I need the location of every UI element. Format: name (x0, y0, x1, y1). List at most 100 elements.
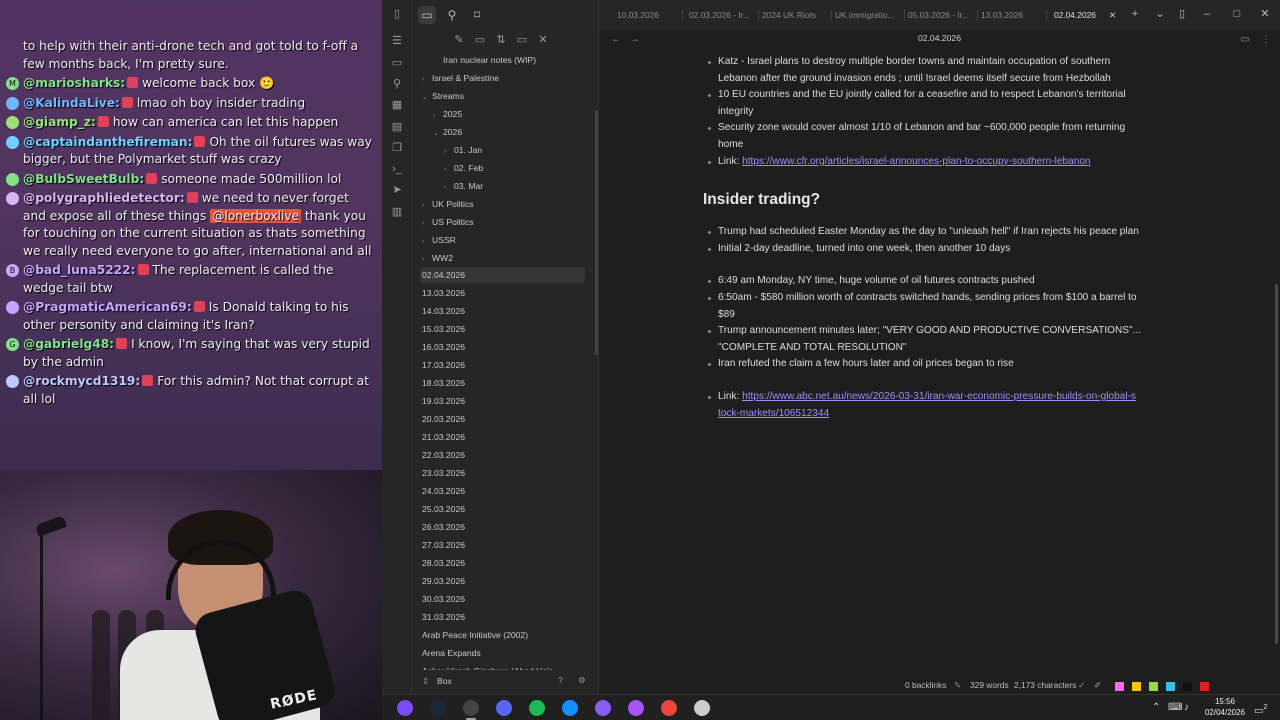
chat-username[interactable]: @BulbSweetBulb: (23, 172, 144, 186)
help-icon[interactable]: ? (558, 675, 563, 685)
file-item[interactable]: Asher Hirsch Ginsberg (Ahad Ha'a... (422, 663, 561, 670)
explorer-taskbar-icon[interactable] (694, 700, 710, 716)
chat-username[interactable]: @rockmycd1319: (23, 374, 140, 388)
chat-username[interactable]: @polygraphliedetector: (23, 191, 185, 205)
reading-view-icon[interactable]: ▭ (1238, 33, 1252, 47)
external-link[interactable]: https://www.cfr.org/articles/israel-anno… (742, 156, 1090, 167)
chrome-taskbar-icon[interactable] (661, 700, 677, 716)
steam-taskbar-icon[interactable] (430, 700, 446, 716)
bullet-item[interactable]: 6:50am - $580 million worth of contracts… (703, 290, 1173, 323)
file-item[interactable]: 24.03.2026 (422, 483, 465, 499)
highlight-color-swatch[interactable] (1166, 682, 1175, 691)
folder-item[interactable]: › 03. Mar (444, 178, 483, 194)
bullet-item[interactable]: Security zone would cover almost 1/10 of… (703, 120, 1173, 153)
chat-username[interactable]: @KalindaLive: (23, 96, 120, 110)
copy-icon[interactable]: ❐ (390, 141, 404, 155)
file-item[interactable]: 21.03.2026 (422, 429, 465, 445)
file-item[interactable]: 26.03.2026 (422, 519, 465, 535)
send-icon[interactable]: ➤ (390, 183, 404, 197)
bullet-item[interactable]: Trump announcement minutes later; "VERY … (703, 323, 1173, 356)
chat-username[interactable]: @bad_luna5222: (23, 263, 136, 277)
close-icon[interactable]: ✕ (536, 33, 550, 47)
highlight-color-swatch[interactable] (1200, 682, 1209, 691)
obsidian-alt-taskbar-icon[interactable] (595, 700, 611, 716)
search-icon[interactable]: ⚲ (443, 6, 461, 24)
file-item[interactable]: 30.03.2026 (422, 591, 465, 607)
file-item[interactable]: 20.03.2026 (422, 411, 465, 427)
file-item[interactable]: Arab Peace Initiative (2002) (422, 627, 528, 643)
external-link-continuation[interactable]: tock-markets/106512344 (718, 406, 1173, 423)
spotify-taskbar-icon[interactable] (529, 700, 545, 716)
file-item[interactable]: 16.03.2026 (422, 339, 465, 355)
graph-icon[interactable]: ⚲ (390, 77, 404, 91)
file-item[interactable]: 02.04.2026 (420, 267, 585, 283)
messenger-taskbar-icon[interactable] (628, 700, 644, 716)
tab-close-icon[interactable]: ✕ (1109, 6, 1116, 24)
folder-item[interactable]: ⌄ 2026 (433, 124, 462, 140)
chat-username[interactable]: @gabrielg48: (23, 337, 114, 351)
folder-item[interactable]: › USSR (422, 232, 456, 248)
bullet-item[interactable]: Iran refuted the claim a few hours later… (703, 356, 1173, 373)
tab-list-chevron-icon[interactable]: ⌄ (1153, 6, 1167, 22)
section-heading[interactable]: Insider trading? (703, 188, 1173, 212)
file-item[interactable]: 22.03.2026 (422, 447, 465, 463)
maximize-icon[interactable]: □ (1230, 6, 1244, 22)
tray-chevron-up-icon[interactable]: ⌃ (1152, 701, 1160, 715)
tab[interactable]: 10.03.2026 (617, 6, 677, 24)
folder-item[interactable]: › UK Politics (422, 196, 474, 212)
network-icon[interactable]: ⌨ (1168, 701, 1182, 715)
folder-item[interactable]: › WW2 (422, 250, 453, 266)
notification-icon[interactable]: ▭2 (1254, 701, 1267, 718)
discord-taskbar-icon[interactable] (496, 700, 512, 716)
folder-item[interactable]: ⌄ Streams (422, 88, 464, 104)
highlight-color-swatch[interactable] (1115, 682, 1124, 691)
table-icon[interactable]: ▥ (390, 205, 404, 219)
note-content[interactable]: Katz - Israel plans to destroy multiple … (703, 54, 1173, 422)
highlight-color-swatch[interactable] (1183, 682, 1192, 691)
canvas-icon[interactable]: ▦ (390, 98, 404, 112)
sidebar-scrollbar[interactable] (595, 110, 598, 355)
folder-item[interactable]: › US Politics (422, 214, 474, 230)
folder-icon[interactable]: ▭ (418, 6, 436, 24)
minimize-icon[interactable]: – (1200, 6, 1214, 22)
file-item[interactable]: 28.03.2026 (422, 555, 465, 571)
file-item[interactable]: 23.03.2026 (422, 465, 465, 481)
sync-check-icon[interactable]: ✓ (1078, 680, 1085, 690)
file-item[interactable]: 31.03.2026 (422, 609, 465, 625)
folder-item[interactable]: › Israel & Palestine (422, 70, 499, 86)
sidebar-right-toggle-icon[interactable]: ▯ (1175, 6, 1189, 22)
highlighter-icon[interactable]: ✐ (1094, 680, 1101, 690)
file-item[interactable]: Iran nuclear notes (WIP) (433, 52, 536, 68)
chat-username[interactable]: @captaindanthefireman: (23, 135, 192, 149)
obs-taskbar-icon[interactable] (463, 700, 479, 716)
chat-mention[interactable]: @lonerboxlive (210, 208, 302, 223)
new-tab-icon[interactable]: + (1128, 6, 1142, 22)
vault-name[interactable]: Box (437, 676, 452, 686)
new-folder-icon[interactable]: ▭ (473, 33, 487, 47)
menu-icon[interactable]: ☰ (390, 34, 404, 48)
file-item[interactable]: 18.03.2026 (422, 375, 465, 391)
backlinks-count[interactable]: 0 backlinks (905, 680, 946, 690)
bullet-item[interactable]: 6:49 am Monday, NY time, huge volume of … (703, 273, 1173, 290)
chat-username[interactable]: @giamp_z: (23, 115, 96, 129)
external-link[interactable]: https://www.abc.net.au/news/2026-03-31/i… (742, 391, 1136, 402)
file-item[interactable]: 13.03.2026 (422, 285, 465, 301)
highlight-color-swatch[interactable] (1149, 682, 1158, 691)
file-item[interactable]: 29.03.2026 (422, 573, 465, 589)
bookmark-icon[interactable]: ⌑ (468, 6, 486, 24)
folder-item[interactable]: › 01. Jan (444, 142, 482, 158)
more-options-icon[interactable]: ⋮ (1259, 33, 1273, 47)
bullet-item[interactable]: Initial 2-day deadline, turned into one … (703, 241, 1173, 258)
window-close-icon[interactable]: ✕ (1258, 6, 1272, 22)
file-item[interactable]: Arena Expands (422, 645, 481, 661)
highlight-color-swatch[interactable] (1132, 682, 1141, 691)
file-item[interactable]: 14.03.2026 (422, 303, 465, 319)
note-title[interactable]: 02.04.2026 (599, 33, 1280, 43)
content-scrollbar[interactable] (1275, 284, 1278, 644)
sidebar-toggle-icon[interactable]: ▯ (390, 7, 404, 21)
tab[interactable]: 02.03.2026 - Ir... (689, 6, 753, 24)
file-item[interactable]: 15.03.2026 (422, 321, 465, 337)
folder-item[interactable]: › 02. Feb (444, 160, 483, 176)
edit-pencil-icon[interactable]: ✎ (954, 680, 961, 690)
chevron-up-down-icon[interactable]: ⇕ (422, 676, 429, 687)
